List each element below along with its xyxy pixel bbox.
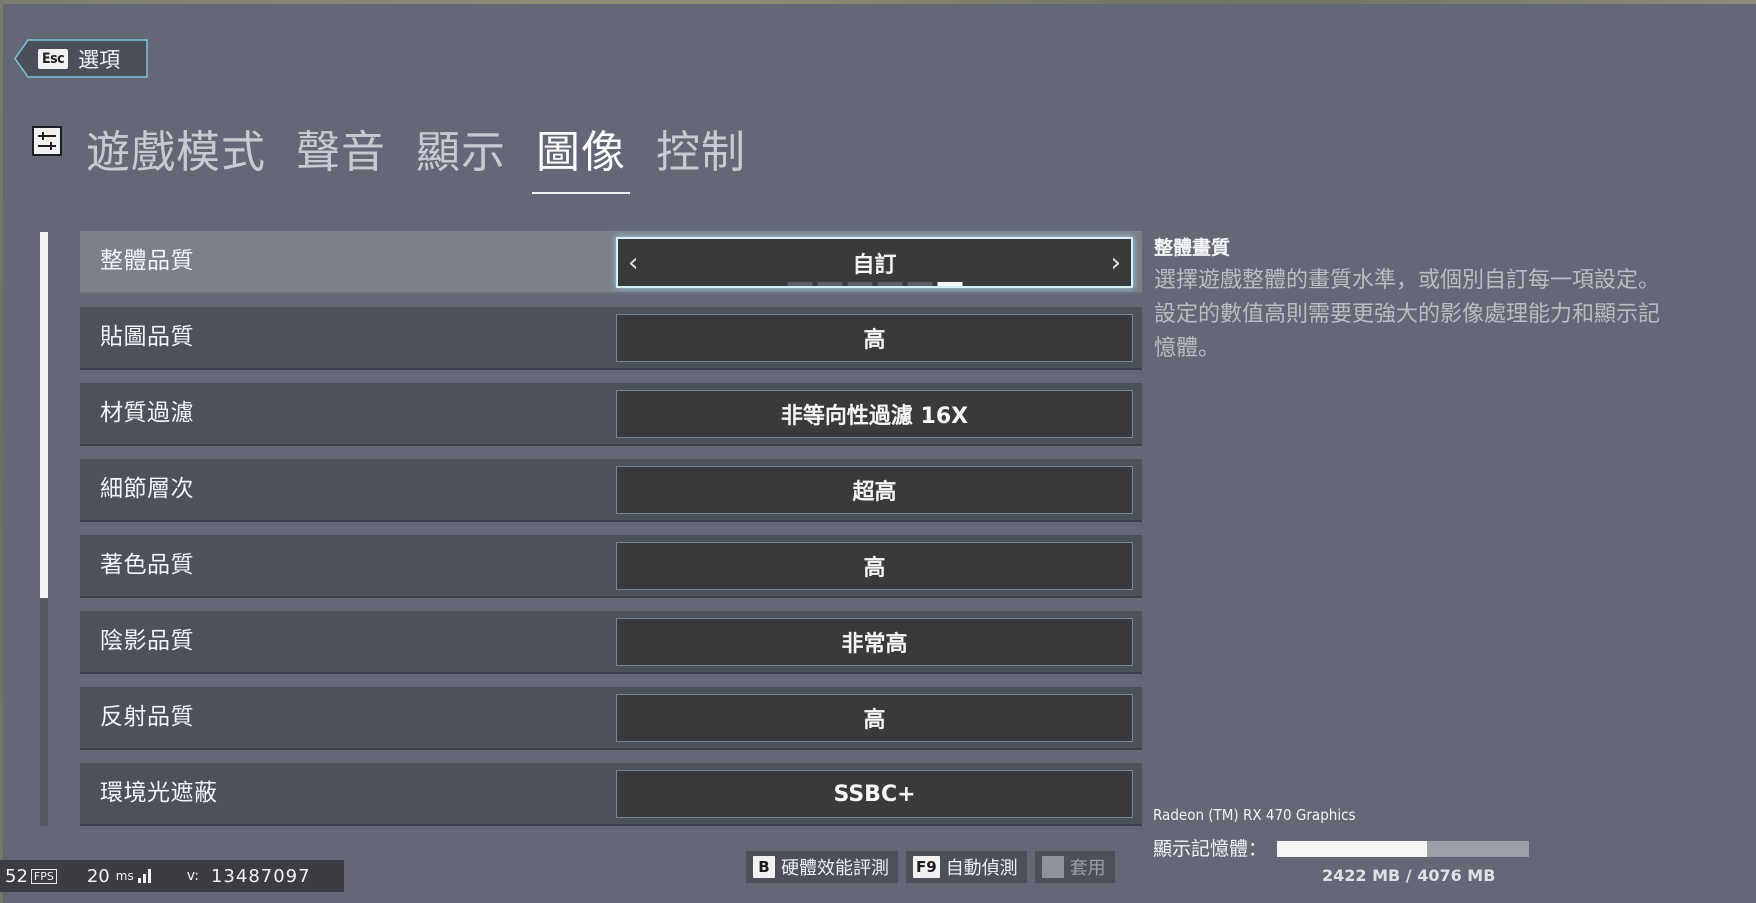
quality-level-dot xyxy=(817,282,842,286)
setting-value: 非常高 xyxy=(841,632,908,657)
esc-key-icon: Esc xyxy=(38,48,69,69)
setting-value: 高 xyxy=(863,328,886,353)
setting-label: 反射品質 xyxy=(100,704,194,730)
setting-label: 材質過濾 xyxy=(100,400,194,426)
tab-audio[interactable]: 聲音 xyxy=(294,112,388,194)
setting-value: 非等向性過濾 16X xyxy=(780,404,969,429)
benchmark-label: 硬體效能評測 xyxy=(781,858,889,879)
quality-level-dot xyxy=(847,282,872,286)
vram-usage-text: 2422 MB / 4076 MB xyxy=(1322,866,1496,885)
setting-value: 高 xyxy=(863,708,886,733)
key-f9-icon: F9 xyxy=(913,856,940,878)
sliders-glyph-icon xyxy=(38,132,56,150)
settings-sliders-icon[interactable] xyxy=(32,126,62,156)
setting-label: 整體品質 xyxy=(100,248,194,274)
setting-row-reflection-quality[interactable]: 反射品質 高 xyxy=(80,687,1142,750)
tab-display[interactable]: 顯示 xyxy=(414,112,508,194)
description-title: 整體畫質 xyxy=(1154,237,1231,259)
key-b-icon: B xyxy=(753,856,775,878)
vram-usage-fill xyxy=(1277,841,1427,857)
setting-label: 貼圖品質 xyxy=(100,324,194,350)
signal-bars-icon xyxy=(137,869,151,883)
setting-value: 自訂 xyxy=(852,252,897,278)
quality-level-dot xyxy=(877,282,902,286)
setting-row-overall-quality[interactable]: 整體品質 ‹ 自訂 › xyxy=(80,231,1142,294)
fps-icon: FPS xyxy=(30,868,57,884)
graphics-settings-list: 整體品質 ‹ 自訂 › 貼圖品質 高 材質過濾 非等向性過濾 16X 細節層次 … xyxy=(80,231,1142,839)
setting-row-level-of-detail[interactable]: 細節層次 超高 xyxy=(80,459,1142,522)
setting-value-selector[interactable]: 超高 xyxy=(616,466,1133,514)
gpu-name: Radeon (TM) RX 470 Graphics xyxy=(1153,806,1356,824)
quality-level-dot xyxy=(937,282,962,286)
setting-row-shadow-quality[interactable]: 陰影品質 非常高 xyxy=(80,611,1142,674)
setting-value-selector[interactable]: SSBC+ xyxy=(616,770,1133,818)
setting-value-selector[interactable]: 非等向性過濾 16X xyxy=(616,390,1133,438)
setting-label: 環境光遮蔽 xyxy=(100,780,218,806)
fps-value: 52 xyxy=(5,865,28,887)
vram-usage-bar xyxy=(1277,841,1529,857)
back-button[interactable]: Esc 選項 xyxy=(14,39,148,78)
setting-value-selector[interactable]: 高 xyxy=(616,542,1133,590)
chevron-left-icon[interactable]: ‹ xyxy=(628,248,638,278)
apply-label: 套用 xyxy=(1069,858,1106,879)
tab-game-mode[interactable]: 遊戲模式 xyxy=(84,112,268,194)
setting-row-ambient-occlusion[interactable]: 環境光遮蔽 SSBC+ xyxy=(80,763,1142,826)
setting-value-selector[interactable]: 高 xyxy=(616,314,1133,362)
setting-label: 著色品質 xyxy=(100,552,194,578)
setting-value-selector[interactable]: ‹ 自訂 › xyxy=(616,237,1133,288)
quality-level-indicator xyxy=(787,282,962,286)
auto-detect-button[interactable]: F9 自動偵測 xyxy=(906,851,1027,883)
setting-value-selector[interactable]: 高 xyxy=(616,694,1133,742)
window-left-edge xyxy=(0,0,3,903)
scrollbar-thumb[interactable] xyxy=(40,232,48,598)
quality-level-dot xyxy=(907,282,932,286)
chevron-right-icon[interactable]: › xyxy=(1111,248,1121,278)
setting-value: 超高 xyxy=(852,480,897,505)
setting-label: 陰影品質 xyxy=(100,628,194,654)
setting-row-shading-quality[interactable]: 著色品質 高 xyxy=(80,535,1142,598)
apply-button[interactable]: ⎵ 套用 xyxy=(1034,851,1115,883)
setting-row-texture-filtering[interactable]: 材質過濾 非等向性過濾 16X xyxy=(80,383,1142,446)
benchmark-button[interactable]: B 硬體效能評測 xyxy=(746,851,898,883)
window-top-edge xyxy=(0,0,1756,4)
vram-label: 顯示記憶體： xyxy=(1153,838,1268,860)
tab-graphics[interactable]: 圖像 xyxy=(532,112,630,194)
setting-label: 細節層次 xyxy=(100,476,194,502)
latency-value: 20 xyxy=(86,865,110,887)
performance-overlay: 52 FPS 20 ms v: 13487097 xyxy=(0,860,344,892)
back-label: 選項 xyxy=(78,47,121,72)
version-label: v: xyxy=(186,868,199,884)
action-bar: B 硬體效能評測 F9 自動偵測 ⎵ 套用 xyxy=(746,851,1115,883)
latency-unit: ms xyxy=(115,869,134,883)
auto-detect-label: 自動偵測 xyxy=(945,858,1018,879)
setting-row-texture-quality[interactable]: 貼圖品質 高 xyxy=(80,307,1142,370)
spacebar-key-icon: ⎵ xyxy=(1041,856,1064,878)
setting-value: SSBC+ xyxy=(833,781,916,807)
description-body: 選擇遊戲整體的畫質水準，或個別自訂每一項設定。設定的數值高則需要更強大的影像處理… xyxy=(1154,268,1661,361)
setting-value-selector[interactable]: 非常高 xyxy=(616,618,1133,666)
settings-tabs: 遊戲模式 聲音 顯示 圖像 控制 xyxy=(84,112,774,194)
quality-level-dot xyxy=(787,282,812,286)
version-value: 13487097 xyxy=(210,865,311,887)
tab-controls[interactable]: 控制 xyxy=(654,112,748,194)
setting-value: 高 xyxy=(863,556,886,581)
